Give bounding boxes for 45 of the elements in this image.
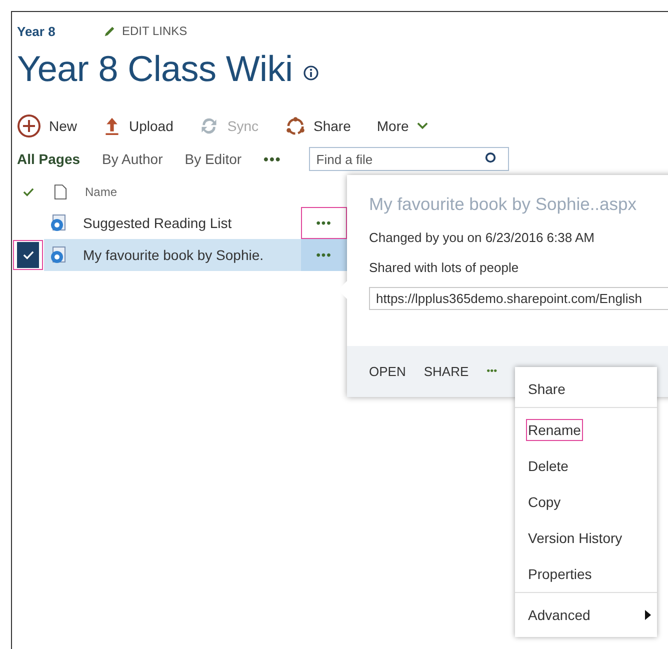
menu-item[interactable]: Delete [527,456,570,476]
menu-item[interactable]: Rename [527,420,582,440]
info-icon[interactable] [302,65,319,81]
command-button[interactable]: More [376,118,428,134]
callout-action[interactable]: SHARE [424,364,469,379]
chevron-down-icon [416,122,428,130]
document-icon [54,184,67,200]
search-field[interactable]: Find a file [309,147,510,171]
site-name[interactable]: Year 8 [17,24,103,38]
web-page-icon [49,246,67,264]
menu-item[interactable]: Advanced [527,605,592,625]
site-title: Year 8 Class Wiki [17,48,293,90]
command-button[interactable]: Upload [103,116,174,136]
check-icon[interactable] [23,187,34,197]
more-views-button[interactable]: ••• [264,151,282,167]
open-menu-button[interactable]: ••• [316,248,332,262]
view-tab[interactable]: All Pages [17,151,80,167]
plus-circle-icon [17,114,41,138]
web-page-icon [49,214,67,232]
callout-title: My favourite book by Sophie..aspx [369,194,638,215]
menu-item[interactable]: Share [527,379,566,399]
changed-info: Changed by you on 6/23/2016 6:38 AM [369,230,596,245]
view-tab[interactable]: By Editor [184,151,242,167]
pencil-icon [103,24,116,38]
check-icon [22,250,34,260]
search-icon [484,152,498,165]
menu-item[interactable]: Properties [527,564,593,584]
sync-icon [199,116,220,136]
column-header[interactable]: Name [85,185,118,199]
share-icon [284,116,306,136]
open-menu-button[interactable]: ••• [316,216,332,230]
file-name-link[interactable]: Suggested Reading List [83,215,232,231]
more-actions-button[interactable]: ••• [486,366,498,377]
row-checkbox[interactable] [17,242,39,268]
upload-icon [103,116,122,136]
submenu-arrow-icon [645,610,651,620]
view-tab[interactable]: By Author [102,151,163,167]
callout-action[interactable]: OPEN [369,364,406,379]
menu-item[interactable]: Version History [527,528,624,548]
menu-item[interactable]: Copy [527,492,562,512]
url-field[interactable]: https://lpplus365demo.sharepoint.com/English [369,287,668,310]
command-button[interactable]: Share [284,116,351,136]
sharing-info[interactable]: Shared with lots of people [369,260,668,275]
command-button[interactable]: New [17,114,78,138]
edit-links-button[interactable]: EDIT LINKS [103,24,188,38]
